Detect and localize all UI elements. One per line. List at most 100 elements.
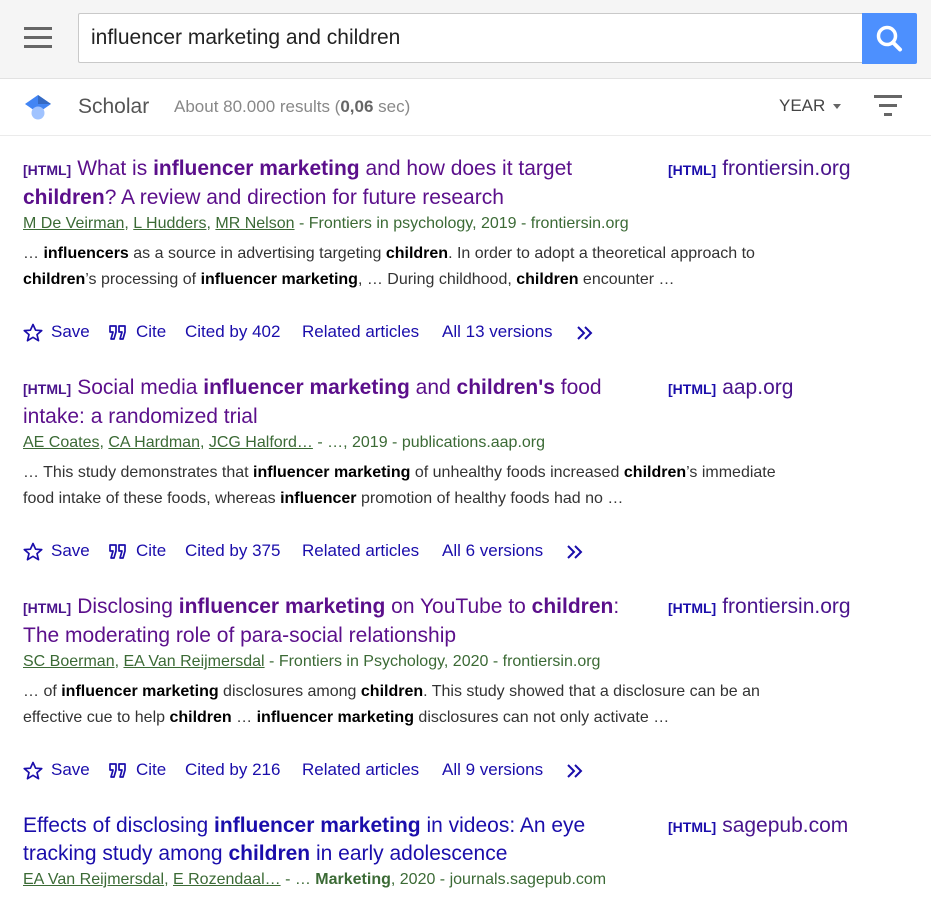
author-separator: , (164, 871, 173, 888)
result-snippet: … This study demonstrates that influence… (23, 460, 783, 512)
snippet-highlight: influencer marketing (256, 709, 414, 726)
publication-source: - … (280, 871, 316, 888)
title-highlight: influencer marketing (153, 157, 360, 180)
title-text: ? A review and direction for future rese… (104, 186, 504, 209)
filter-icon[interactable] (874, 95, 902, 117)
save-button[interactable]: Save (23, 541, 90, 561)
cited-by-link[interactable]: Cited by 375 (185, 541, 280, 561)
cite-button[interactable]: Cite (108, 322, 166, 342)
author-link[interactable]: EA Van Reijmersdal (123, 653, 264, 670)
title-highlight: children (228, 842, 311, 865)
publication-source: - …, 2019 - publications.aap.org (312, 434, 546, 451)
title-text: Effects of disclosing (23, 814, 215, 837)
result-snippet: … of influencer marketing disclosures am… (23, 679, 783, 731)
title-text: in early adolescence (310, 842, 508, 865)
source-highlight: Marketing (315, 871, 391, 888)
author-link[interactable]: AE Coates (23, 434, 99, 451)
versions-link[interactable]: All 13 versions (442, 322, 553, 342)
related-articles-link-label: Related articles (302, 760, 420, 779)
format-tag: [HTML] (668, 381, 717, 397)
cited-by-link-label: Cited by 375 (185, 541, 281, 560)
title-text: on YouTube to (385, 595, 532, 618)
title-text: and how does it target (359, 157, 573, 180)
snippet-text: … This study demonstrates that (23, 464, 254, 481)
search-input[interactable] (79, 14, 863, 62)
menu-icon[interactable] (24, 27, 52, 49)
full-text-link[interactable]: [HTML] aap.org (668, 374, 793, 403)
snippet-highlight: influencer marketing (253, 464, 411, 481)
result-meta: M De Veirman, L Hudders, MR Nelson - Fro… (23, 215, 629, 233)
snippet-text: as a source in advertising targeting (128, 245, 386, 262)
publication-source: , 2020 - journals.sagepub.com (390, 871, 607, 888)
top-bar (0, 0, 931, 79)
snippet-text: promotion of healthy foods had no … (356, 490, 624, 507)
format-tag: [HTML] (668, 819, 717, 835)
snippet-highlight: children (623, 464, 687, 481)
snippet-highlight: children (516, 271, 579, 288)
scholar-brand[interactable]: Scholar (78, 95, 149, 119)
related-articles-link[interactable]: Related articles (302, 541, 419, 561)
format-tag: [HTML] (23, 162, 72, 178)
format-tag: [HTML] (668, 162, 717, 178)
snippet-highlight: influencer marketing (200, 271, 358, 288)
snippet-text: … (23, 245, 44, 262)
year-filter-button[interactable]: YEAR (779, 96, 842, 116)
save-button[interactable]: Save (23, 760, 90, 780)
snippet-highlight: influencer marketing (61, 683, 219, 700)
versions-link[interactable]: All 6 versions (442, 541, 543, 561)
full-text-link[interactable]: [HTML] sagepub.com (668, 812, 848, 841)
related-articles-link[interactable]: Related articles (302, 760, 419, 780)
title-highlight: children (23, 186, 105, 209)
chevron-down-icon (833, 104, 842, 110)
title-text: Social media (77, 376, 204, 399)
save-button[interactable]: Save (23, 322, 90, 342)
full-text-link[interactable]: [HTML] frontiersin.org (668, 593, 851, 622)
author-link[interactable]: L Hudders (133, 215, 206, 232)
author-link[interactable]: M De Veirman (23, 215, 124, 232)
result-title-link[interactable]: [HTML] Social media influencer marketing … (23, 374, 643, 431)
snippet-highlight: children (23, 271, 86, 288)
snippet-text: . In order to adopt a theoretical approa… (448, 245, 755, 262)
related-articles-link[interactable]: Related articles (302, 322, 419, 342)
snippet-text: disclosures can not only activate … (413, 709, 670, 726)
title-text: Disclosing (77, 595, 179, 618)
result-meta: SC Boerman, EA Van Reijmersdal - Frontie… (23, 653, 600, 671)
search-button[interactable] (862, 13, 917, 64)
result-snippet: … influencers as a source in advertising… (23, 241, 783, 293)
versions-link[interactable]: All 9 versions (442, 760, 543, 780)
format-tag: [HTML] (668, 600, 717, 616)
full-text-domain: sagepub.com (722, 814, 849, 837)
search-result: [HTML] Disclosing influencer marketing on… (23, 593, 913, 783)
snippet-highlight: children (169, 709, 232, 726)
result-meta: EA Van Reijmersdal, E Rozendaal… - … Mar… (23, 871, 606, 889)
title-text: and (409, 376, 457, 399)
author-link[interactable]: SC Boerman (23, 653, 115, 670)
cited-by-link[interactable]: Cited by 402 (185, 322, 280, 342)
result-title-link[interactable]: [HTML] What is influencer marketing and h… (23, 155, 643, 212)
author-link[interactable]: E Rozendaal… (173, 871, 281, 888)
title-highlight: influencer marketing (178, 595, 386, 618)
snippet-text: … (231, 709, 257, 726)
title-text: What is (77, 157, 154, 180)
author-link[interactable]: MR Nelson (215, 215, 294, 232)
versions-link-label: All 9 versions (442, 760, 544, 779)
scholar-logo-icon (25, 95, 51, 120)
versions-link-label: All 6 versions (442, 541, 544, 560)
cited-by-link-label: Cited by 216 (185, 760, 281, 779)
snippet-text: of unhealthy foods increased (410, 464, 624, 481)
full-text-link[interactable]: [HTML] frontiersin.org (668, 155, 851, 184)
author-link[interactable]: CA Hardman (108, 434, 200, 451)
cite-button[interactable]: Cite (108, 760, 166, 780)
cite-button[interactable]: Cite (108, 541, 166, 561)
snippet-highlight: children (385, 245, 449, 262)
author-link[interactable]: EA Van Reijmersdal (23, 871, 164, 888)
result-title-link[interactable]: Effects of disclosing influencer marketi… (23, 812, 643, 868)
cited-by-link[interactable]: Cited by 216 (185, 760, 280, 780)
publication-source: - Frontiers in Psychology, 2020 - fronti… (264, 653, 601, 670)
result-count: About 80.000 results (0,06 sec) (174, 97, 411, 116)
author-separator: , (124, 215, 134, 232)
snippet-text: … of (23, 683, 62, 700)
title-highlight: children's (456, 376, 555, 399)
result-title-link[interactable]: [HTML] Disclosing influencer marketing on… (23, 593, 643, 650)
author-link[interactable]: JCG Halford… (209, 434, 313, 451)
